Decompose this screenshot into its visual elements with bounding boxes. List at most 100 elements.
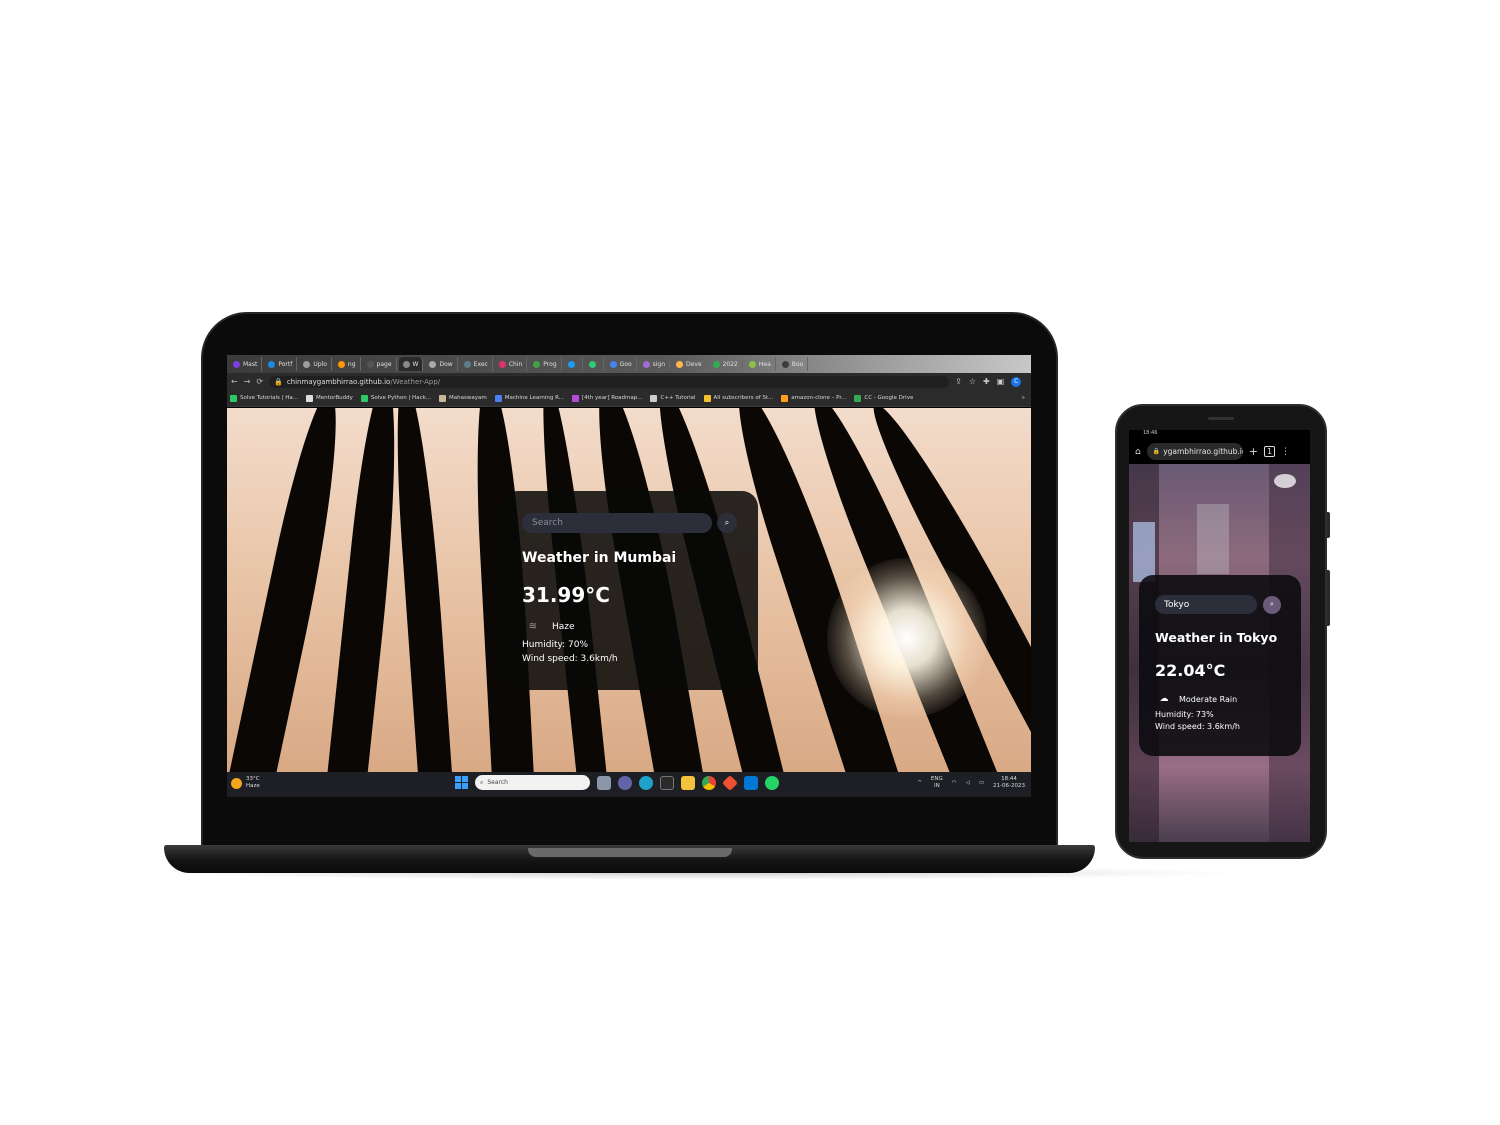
back-icon[interactable]: ← (231, 377, 238, 386)
browser-tab[interactable]: Portf (264, 357, 298, 371)
browser-tab[interactable]: Prog (529, 357, 562, 371)
bookmark-favicon-icon (854, 394, 862, 402)
browser-tab[interactable]: Boo (778, 357, 809, 371)
git-app-icon[interactable] (722, 774, 738, 791)
edge-browser-icon[interactable] (639, 775, 653, 790)
clock-date: 21-06-2023 (993, 783, 1025, 789)
taskbar-search[interactable]: ⌕ Search (475, 775, 590, 790)
browser-tab[interactable]: Goo (606, 357, 637, 371)
windows-start-icon[interactable] (455, 776, 468, 789)
weather-humidity: Humidity: 70% (522, 640, 589, 650)
phone-weather-description: Moderate Rain (1179, 694, 1238, 704)
new-tab-icon[interactable]: + (1249, 445, 1258, 458)
phone-city-search-input[interactable] (1155, 595, 1257, 614)
profile-avatar[interactable]: C (1011, 376, 1022, 387)
extensions-icon[interactable]: ✚ (983, 377, 990, 386)
browser-tab[interactable] (564, 357, 583, 371)
bookmark-item[interactable]: C++ Tutorial (650, 394, 696, 402)
bookmark-star-icon[interactable]: ☆ (969, 377, 976, 386)
sun-flare (827, 558, 987, 718)
weather-temperature: 31.99°C (522, 583, 610, 607)
taskbar-clock[interactable]: 18:44 21-06-2023 (993, 776, 1025, 790)
tab-favicon-icon (642, 360, 650, 368)
volume-icon[interactable]: ◁ (966, 780, 970, 787)
tab-favicon-icon (498, 360, 506, 368)
bookmark-item[interactable]: Mahaswayam (439, 394, 487, 402)
phone-weather-city-heading: Weather in Tokyo (1155, 630, 1278, 645)
laptop-screen: Mast Portf Uplo ng page W Dow Exec Chin Prog Goo si… (227, 355, 1031, 797)
phone-search-button[interactable]: ⌕ (1263, 595, 1281, 614)
reload-icon[interactable]: ⟳ (256, 377, 263, 386)
tab-label: Dow (439, 360, 453, 368)
tab-label: Prog (543, 360, 557, 368)
phone-speaker (1208, 417, 1234, 420)
bookmark-favicon-icon (703, 394, 711, 402)
bookmark-label: All subscribers of St... (713, 395, 774, 401)
browser-tab-bar: Mast Portf Uplo ng page W Dow Exec Chin Prog Goo si… (227, 355, 1031, 373)
phone-menu-icon[interactable]: ⋮ (1281, 447, 1290, 457)
browser-tab[interactable]: Deve (672, 357, 707, 371)
phone-power-button (1327, 512, 1330, 538)
url-path: /Weather-App/ (390, 377, 441, 386)
bookmark-label: Solve Tutorials | Ha... (240, 395, 298, 401)
bookmark-label: Solve Python | Hack... (370, 395, 432, 401)
chat-app-icon[interactable] (618, 775, 632, 790)
tray-chevron-up-icon[interactable]: ^ (917, 780, 922, 787)
tab-switcher-icon[interactable]: 1 (1263, 446, 1276, 457)
bookmark-item[interactable]: CC - Google Drive (854, 394, 914, 402)
tab-favicon-icon (303, 360, 311, 368)
whatsapp-icon[interactable] (765, 775, 779, 790)
file-explorer-icon[interactable] (681, 775, 695, 790)
browser-tab[interactable]: 2022 (709, 357, 743, 371)
bookmark-label: [4th year] Roadmap... (582, 395, 643, 401)
task-view-icon[interactable] (597, 775, 611, 790)
battery-icon[interactable]: ▭ (979, 780, 984, 787)
home-icon[interactable]: ⌂ (1135, 447, 1141, 457)
url-field[interactable]: 🔒 chinmaygambhirrao.github.io/Weather-Ap… (269, 375, 950, 388)
terminal-icon[interactable] (660, 775, 674, 790)
browser-tab[interactable]: Mast (229, 357, 263, 371)
bookmark-item[interactable]: [4th year] Roadmap... (572, 394, 643, 402)
background-sign (1133, 522, 1155, 582)
tab-label: 2022 (722, 360, 738, 368)
side-panel-icon[interactable]: ▣ (997, 377, 1005, 386)
phone-url-host: ygambhirrao.github.io (1163, 447, 1243, 456)
bookmark-item[interactable]: Solve Tutorials | Ha... (230, 394, 298, 402)
browser-tab[interactable]: Exec (460, 357, 493, 371)
browser-tab[interactable]: Dow (425, 357, 458, 371)
browser-tab[interactable]: W (398, 357, 424, 371)
forward-icon[interactable]: → (244, 377, 251, 386)
bookmark-item[interactable]: All subscribers of St... (703, 394, 774, 402)
city-search-input[interactable] (522, 513, 712, 533)
bookmark-item[interactable]: Solve Python | Hack... (360, 394, 432, 402)
vscode-icon[interactable] (744, 775, 758, 790)
browser-tab[interactable]: sign (639, 357, 671, 371)
search-button[interactable]: ⌕ (717, 513, 737, 533)
browser-menu-icon[interactable]: ⋮ (1028, 377, 1031, 386)
wifi-icon[interactable]: ◠ (952, 780, 957, 787)
phone-url-field[interactable]: 🔒 ygambhirrao.github.io (1146, 443, 1243, 460)
browser-tab[interactable]: Uplo (299, 357, 332, 371)
browser-tab[interactable] (585, 357, 604, 371)
browser-tab[interactable]: page (363, 357, 397, 371)
browser-tab[interactable]: Chin (495, 357, 528, 371)
bookmarks-overflow-button[interactable]: » (1022, 395, 1025, 401)
tab-favicon-icon (676, 360, 684, 368)
tab-favicon-icon (268, 360, 276, 368)
taskbar-language[interactable]: ENG IN (931, 776, 943, 790)
browser-tab[interactable]: Hea (745, 357, 776, 371)
search-icon: ⌕ (1270, 600, 1274, 608)
bookmark-item[interactable]: amazon-clone – Pr... (781, 394, 847, 402)
chrome-icon[interactable] (702, 775, 716, 790)
search-icon: ⌕ (480, 778, 484, 786)
bookmark-label: CC - Google Drive (864, 395, 914, 401)
bookmarks-bar: Solve Tutorials | Ha... MentorBuddy Solve … (227, 390, 1031, 407)
taskbar-weather-desc: Haze (246, 783, 260, 789)
tab-favicon-icon (748, 360, 756, 368)
bookmark-item[interactable]: Machine Learning R... (494, 394, 564, 402)
browser-tab[interactable]: ng (334, 357, 361, 371)
share-icon[interactable]: ⇪ (955, 377, 962, 386)
bookmark-label: amazon-clone – Pr... (791, 395, 847, 401)
taskbar-weather-widget[interactable]: 33°C Haze (231, 776, 260, 790)
bookmark-item[interactable]: MentorBuddy (305, 394, 353, 402)
